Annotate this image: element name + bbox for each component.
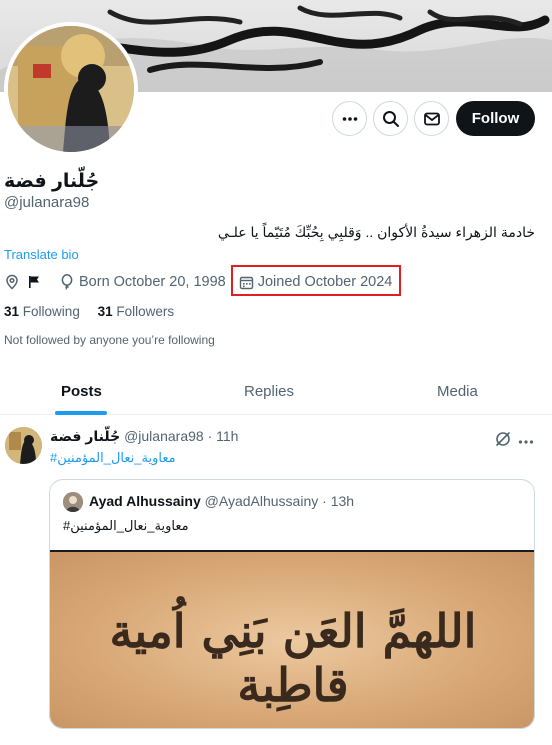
post-author-handle[interactable]: @julanara98	[124, 428, 204, 444]
profile-avatar[interactable]	[4, 22, 138, 156]
tab-posts[interactable]: Posts	[61, 368, 102, 415]
born-date: Born October 20, 1998	[79, 274, 226, 290]
post-more-icon[interactable]	[518, 434, 534, 452]
post-separator: ·	[207, 428, 213, 444]
tab-replies[interactable]: Replies	[244, 368, 294, 415]
message-button[interactable]	[414, 101, 449, 136]
quoted-post[interactable]: Ayad Alhussainy @AyadAlhussainy · 13h #م…	[49, 479, 535, 729]
followers-link[interactable]: 31 Followers	[98, 304, 175, 319]
quote-header: Ayad Alhussainy @AyadAlhussainy · 13h	[89, 493, 354, 509]
display-name: جُلّنار فضة	[4, 171, 100, 192]
not-followed-notice: Not followed by anyone you’re following	[4, 333, 215, 347]
quote-image[interactable]: اللهمَّ العَن بَنِي اُمية قاطِبة	[50, 550, 534, 728]
follow-button[interactable]: Follow	[456, 101, 535, 136]
joined-date-highlight	[231, 265, 401, 296]
active-tab-indicator	[55, 411, 107, 415]
quote-author-handle[interactable]: @AyadAlhussainy	[205, 493, 319, 509]
balloon-icon	[60, 274, 74, 290]
following-link[interactable]: 31 Following	[4, 304, 80, 319]
more-horizontal-icon	[342, 116, 357, 121]
following-label: Following	[22, 304, 80, 319]
quote-text: #معاوية_نعال_المؤمنين	[63, 518, 189, 533]
envelope-icon	[423, 112, 440, 125]
tab-media[interactable]: Media	[437, 368, 478, 415]
post-time[interactable]: 11h	[216, 428, 238, 444]
post-hashtag[interactable]: #معاوية_نعال_المؤمنين	[50, 450, 176, 466]
follow-stats: 31 Following 31 Followers	[4, 304, 174, 319]
following-count: 31	[4, 304, 20, 319]
search-icon	[382, 110, 399, 127]
quote-time[interactable]: 13h	[331, 493, 354, 509]
post-author-avatar[interactable]	[5, 427, 42, 464]
post-action-bar	[50, 738, 530, 745]
flag-icon	[26, 274, 42, 290]
location-pin-icon	[4, 274, 20, 290]
profile-tabs: Posts Replies Media	[0, 368, 552, 415]
search-profile-button[interactable]	[373, 101, 408, 136]
followers-label: Followers	[116, 304, 175, 319]
followers-count: 31	[97, 304, 113, 319]
translate-bio-link[interactable]: Translate bio	[4, 247, 79, 262]
post-header: جُلّنار فضة @julanara98 · 11h	[50, 428, 238, 445]
post-author-name[interactable]: جُلّنار فضة	[50, 428, 120, 444]
quote-author-avatar[interactable]	[63, 492, 83, 512]
quote-author-name[interactable]: Ayad Alhussainy	[89, 493, 201, 509]
quote-separator: ·	[322, 493, 327, 509]
grok-icon[interactable]	[494, 430, 512, 453]
quote-image-calligraphy: اللهمَّ العَن بَنِي اُمية قاطِبة	[109, 604, 477, 712]
profile-bio: خادمة الزهراء سيدةُ الأكوان .. وَقلبِي ب…	[217, 224, 535, 240]
more-options-button[interactable]	[332, 101, 367, 136]
profile-handle: @julanara98	[4, 194, 90, 211]
